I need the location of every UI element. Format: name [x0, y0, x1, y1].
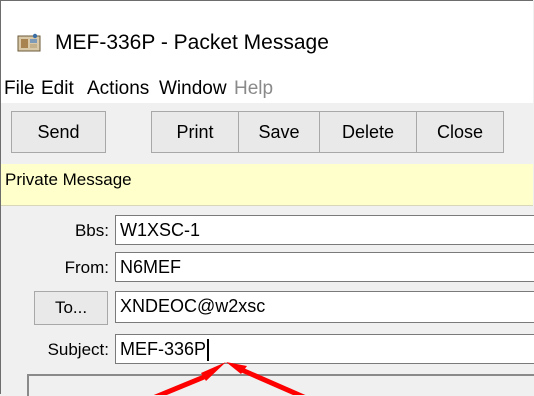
to-button[interactable]: To...: [34, 291, 108, 325]
delete-button[interactable]: Delete: [319, 111, 417, 153]
send-button[interactable]: Send: [11, 111, 106, 153]
window-title: MEF-336P - Packet Message: [55, 31, 329, 54]
to-field[interactable]: XNDEOC@w2xsc: [115, 291, 534, 323]
text-cursor: [207, 339, 210, 362]
message-body-area[interactable]: [27, 374, 534, 396]
subject-field[interactable]: MEF-336P: [115, 334, 534, 364]
bbs-field[interactable]: W1XSC-1: [115, 215, 534, 245]
banner-text: Private Message: [5, 170, 132, 189]
menu-file[interactable]: File: [4, 77, 35, 101]
close-button[interactable]: Close: [416, 111, 504, 153]
save-button[interactable]: Save: [238, 111, 320, 153]
menu-bar: File Edit Actions Window Help: [1, 77, 533, 103]
bbs-label: Bbs:: [74, 221, 109, 240]
from-field[interactable]: N6MEF: [115, 252, 534, 282]
from-label: From:: [64, 258, 109, 277]
print-button[interactable]: Print: [151, 111, 239, 153]
menu-edit[interactable]: Edit: [41, 77, 74, 101]
menu-window[interactable]: Window: [159, 77, 227, 101]
subject-label: Subject:: [47, 340, 109, 359]
menu-help[interactable]: Help: [234, 77, 273, 101]
title-bar: MEF-336P - Packet Message: [1, 1, 533, 77]
packet-app-icon: [17, 33, 41, 52]
menu-actions[interactable]: Actions: [87, 77, 149, 101]
subject-value: MEF-336P: [120, 339, 207, 359]
toolbar: Send Print Save Delete Close: [1, 103, 533, 163]
private-message-banner: Private Message: [1, 164, 533, 206]
